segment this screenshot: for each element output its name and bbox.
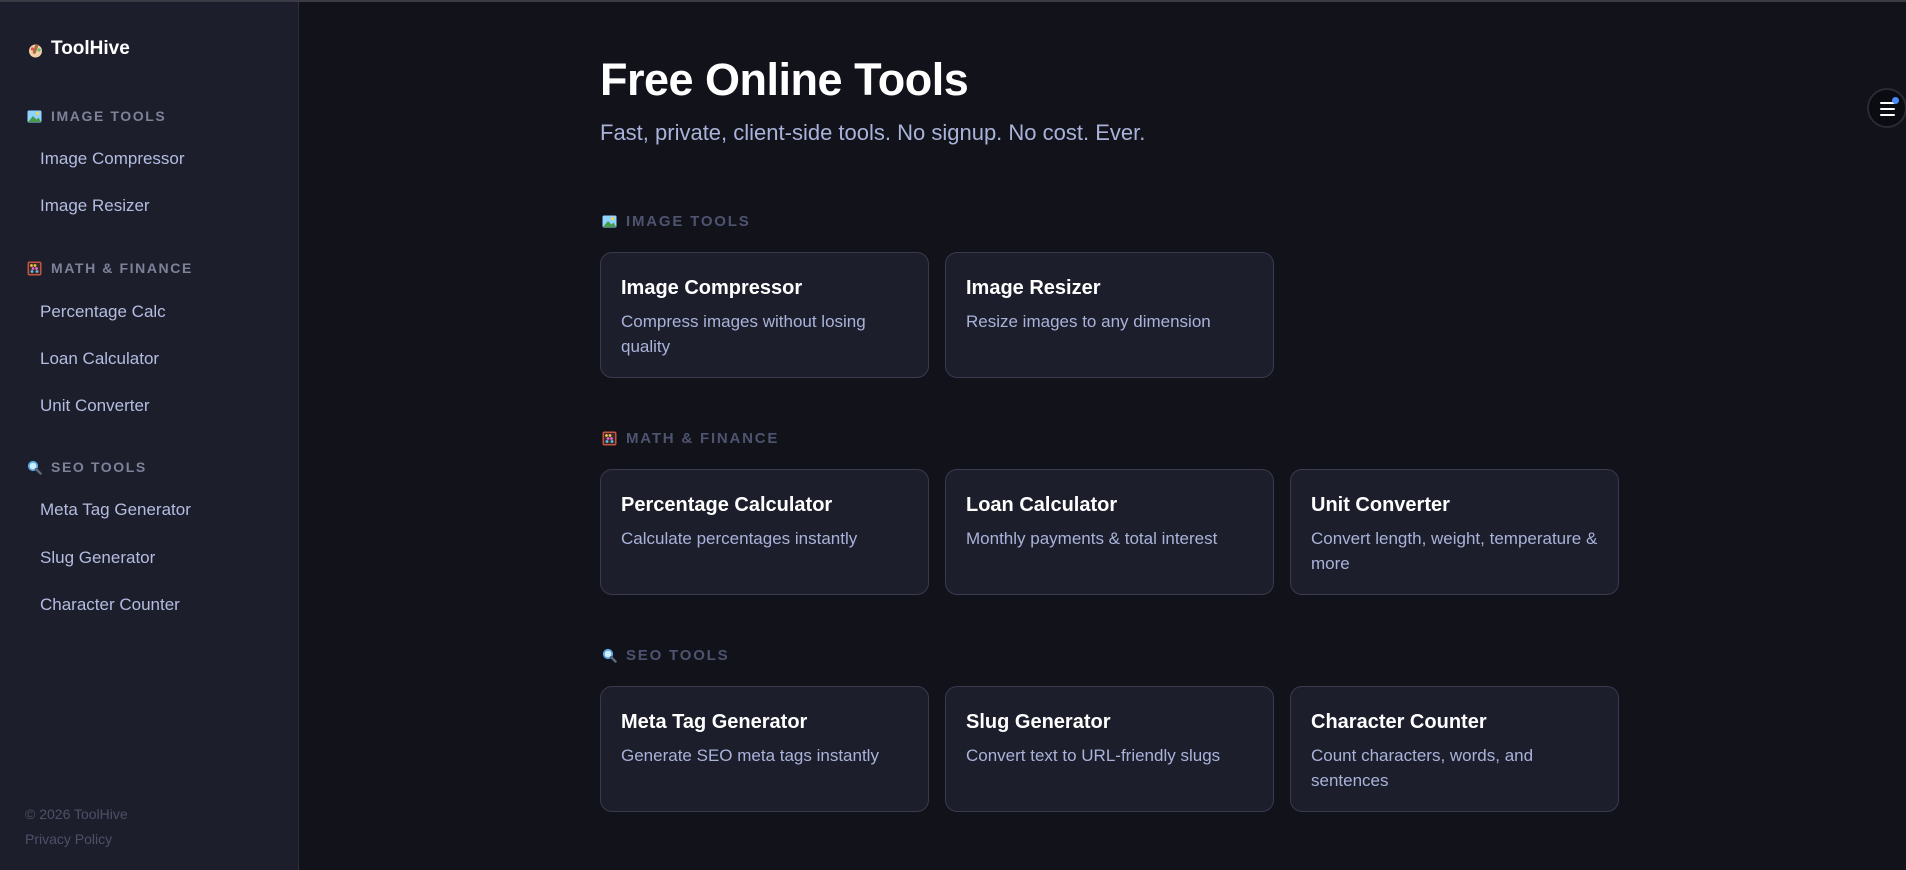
- card-description: Convert length, weight, temperature & mo…: [1311, 529, 1598, 573]
- nav-section-seo-tools: SEO TOOLS Meta Tag Generator Slug Genera…: [27, 457, 191, 615]
- tool-card-image-compressor[interactable]: Image Compressor Compress images without…: [600, 252, 929, 378]
- nav-heading: MATH & FINANCE: [27, 258, 193, 278]
- tool-card-image-resizer[interactable]: Image Resizer Resize images to any dimen…: [945, 252, 1274, 378]
- sidebar-footer: © 2026 ToolHive Privacy Policy: [25, 802, 128, 852]
- page-subtitle: Fast, private, client-side tools. No sig…: [600, 120, 1146, 145]
- privacy-policy-link[interactable]: Privacy Policy: [25, 827, 128, 852]
- nav-heading-label: IMAGE TOOLS: [51, 108, 167, 124]
- palette-icon: [27, 42, 42, 57]
- magnifier-icon: [602, 648, 617, 663]
- card-description: Count characters, words, and sentences: [1311, 746, 1534, 790]
- brand[interactable]: ToolHive: [27, 38, 130, 60]
- category-heading-seo-tools: SEO TOOLS: [602, 647, 729, 664]
- tool-card-meta-tag-generator[interactable]: Meta Tag Generator Generate SEO meta tag…: [600, 686, 929, 812]
- sidebar-item-percentage-calc[interactable]: Percentage Calc: [40, 302, 193, 322]
- page-title: Free Online Tools: [600, 54, 969, 105]
- card-title: Image Resizer: [966, 277, 1101, 299]
- nav-section-image-tools: IMAGE TOOLS Image Compressor Image Resiz…: [27, 106, 185, 216]
- sidebar-item-unit-converter[interactable]: Unit Converter: [40, 396, 193, 416]
- card-description: Resize images to any dimension: [966, 312, 1211, 331]
- card-title: Percentage Calculator: [621, 494, 833, 516]
- picture-icon: [27, 109, 42, 124]
- nav-section-math-finance: MATH & FINANCE Percentage Calc Loan Calc…: [27, 258, 193, 416]
- category-heading-label: MATH & FINANCE: [626, 430, 780, 447]
- tool-card-character-counter[interactable]: Character Counter Count characters, word…: [1290, 686, 1619, 812]
- card-description: Convert text to URL-friendly slugs: [966, 746, 1221, 765]
- tool-card-percentage-calculator[interactable]: Percentage Calculator Calculate percenta…: [600, 469, 929, 595]
- abacus-icon: [27, 261, 42, 276]
- nav-heading: IMAGE TOOLS: [27, 106, 185, 126]
- hamburger-menu-icon: [1880, 108, 1895, 110]
- card-title: Unit Converter: [1311, 494, 1450, 516]
- nav-heading: SEO TOOLS: [27, 457, 191, 477]
- sidebar-item-slug-generator[interactable]: Slug Generator: [40, 548, 191, 568]
- menu-button[interactable]: [1867, 88, 1906, 128]
- card-title: Meta Tag Generator: [621, 711, 808, 733]
- sidebar-item-image-compressor[interactable]: Image Compressor: [40, 149, 185, 169]
- card-description: Compress images without losing quality: [621, 312, 866, 356]
- category-heading-math-finance: MATH & FINANCE: [602, 430, 779, 447]
- copyright-text: © 2026 ToolHive: [25, 806, 128, 822]
- hamburger-menu-icon: [1880, 114, 1895, 116]
- sidebar-item-meta-tag-generator[interactable]: Meta Tag Generator: [40, 500, 191, 520]
- category-heading-image-tools: IMAGE TOOLS: [602, 213, 751, 230]
- picture-icon: [602, 214, 617, 229]
- sidebar-item-image-resizer[interactable]: Image Resizer: [40, 196, 185, 216]
- card-title: Character Counter: [1311, 711, 1487, 733]
- card-description: Calculate percentages instantly: [621, 529, 858, 548]
- card-description: Monthly payments & total interest: [966, 529, 1218, 548]
- sidebar: ToolHive IMAGE TOOLS Image Compressor Im…: [0, 2, 299, 870]
- tool-card-unit-converter[interactable]: Unit Converter Convert length, weight, t…: [1290, 469, 1619, 595]
- category-heading-label: SEO TOOLS: [626, 647, 730, 664]
- sidebar-item-loan-calculator[interactable]: Loan Calculator: [40, 349, 193, 369]
- abacus-icon: [602, 431, 617, 446]
- category-heading-label: IMAGE TOOLS: [626, 213, 751, 230]
- card-title: Loan Calculator: [966, 494, 1118, 516]
- nav-heading-label: SEO TOOLS: [51, 459, 147, 475]
- card-title: Image Compressor: [621, 277, 803, 299]
- tool-card-slug-generator[interactable]: Slug Generator Convert text to URL-frien…: [945, 686, 1274, 812]
- notification-dot: [1892, 97, 1899, 104]
- sidebar-item-character-counter[interactable]: Character Counter: [40, 595, 191, 615]
- card-title: Slug Generator: [966, 711, 1111, 733]
- nav-heading-label: MATH & FINANCE: [51, 260, 193, 276]
- card-description: Generate SEO meta tags instantly: [621, 746, 879, 765]
- magnifier-icon: [27, 460, 42, 475]
- tool-card-loan-calculator[interactable]: Loan Calculator Monthly payments & total…: [945, 469, 1274, 595]
- brand-name: ToolHive: [51, 38, 130, 59]
